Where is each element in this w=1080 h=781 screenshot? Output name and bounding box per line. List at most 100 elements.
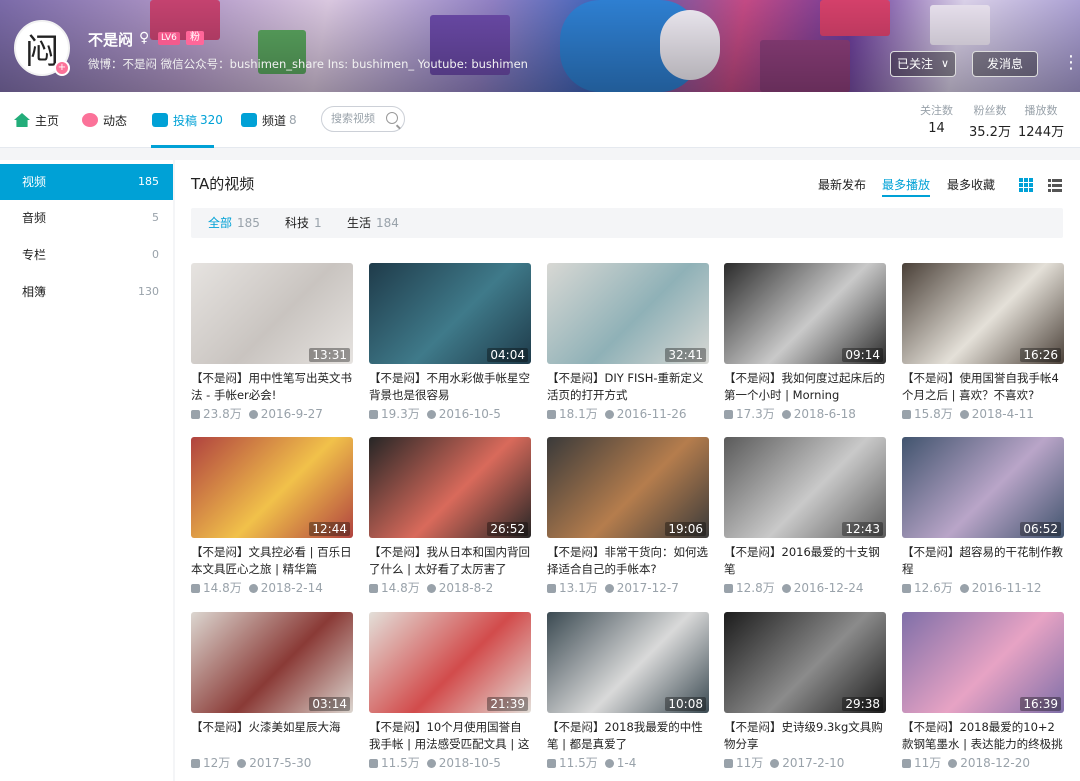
video-title[interactable]: 【不是闷】2018我最爱的中性笔 | 都是真爱了 xyxy=(547,719,709,752)
clock-icon xyxy=(426,584,436,593)
video-thumbnail[interactable]: 03:14 xyxy=(191,612,353,713)
video-title[interactable]: 【不是闷】非常干货向：如何选择适合自己的手帐本? xyxy=(547,544,709,577)
more-options-icon[interactable]: ⋮ xyxy=(1062,52,1080,76)
video-title[interactable]: 【不是闷】使用国誉自我手帐4个月之后 | 喜欢？不喜欢? xyxy=(902,370,1064,403)
video-duration: 16:26 xyxy=(1020,348,1061,362)
video-card[interactable]: 13:31 【不是闷】用中性笔写出英文书法 - 手帐er必会! 23.8万 2016-… xyxy=(191,263,353,422)
stat-followers[interactable]: 粉丝数 35.2万 xyxy=(969,102,1011,140)
stat-plays-value: 1244万 xyxy=(1018,125,1065,140)
upload-date: 2016-11-12 xyxy=(971,581,1042,595)
upload-date: 2018-6-18 xyxy=(793,407,856,421)
filter-all[interactable]: 全部 185 xyxy=(208,208,260,238)
video-thumbnail[interactable]: 09:14 xyxy=(724,263,886,364)
play-count: 11万 xyxy=(914,756,942,770)
video-card[interactable]: 09:14 【不是闷】我如何度过起床后的第一个小时 | Morning 17.3万 2… xyxy=(724,263,886,422)
sidebar-item-video[interactable]: 视频 185 xyxy=(0,164,173,200)
play-count: 12.8万 xyxy=(736,581,775,595)
video-thumbnail[interactable]: 21:39 xyxy=(369,612,531,713)
follow-button[interactable]: 已关注 ∨ xyxy=(890,51,956,77)
video-thumbnail[interactable]: 16:39 xyxy=(902,612,1064,713)
video-thumbnail[interactable]: 12:44 xyxy=(191,437,353,538)
video-meta: 17.3万 2018-6-18 xyxy=(724,405,886,422)
video-card[interactable]: 32:41 【不是闷】DIY FISH-重新定义活页的打开方式 18.1万 2016-… xyxy=(547,263,709,422)
sidebar-item-count: 0 xyxy=(152,248,159,261)
video-card[interactable]: 10:08 【不是闷】2018我最爱的中性笔 | 都是真爱了 11.5万 1-4 xyxy=(547,612,709,771)
filter-count: 185 xyxy=(237,216,260,230)
play-count-icon xyxy=(369,759,378,768)
list-view-icon[interactable] xyxy=(1048,178,1062,192)
video-card[interactable]: 03:14 【不是闷】火漆美如星辰大海 12万 2017-5-30 xyxy=(191,612,353,771)
sidebar-item-articles[interactable]: 专栏 0 xyxy=(0,237,173,273)
tab-uploads[interactable]: 投稿 320 xyxy=(152,92,223,148)
sidebar-item-label: 视频 xyxy=(22,175,47,189)
video-card[interactable]: 12:43 【不是闷】2016最爱的十支钢笔 12.8万 2016-12-24 xyxy=(724,437,886,596)
video-card[interactable]: 12:44 【不是闷】文具控必看 | 百乐日本文具匠心之旅 | 精华篇 14.8万 2… xyxy=(191,437,353,596)
filter-label: 生活 xyxy=(347,216,372,230)
video-thumbnail[interactable]: 13:31 xyxy=(191,263,353,364)
video-thumbnail[interactable]: 19:06 xyxy=(547,437,709,538)
banner-decoration xyxy=(820,0,890,36)
video-meta: 14.8万 2018-8-2 xyxy=(369,579,531,596)
video-title[interactable]: 【不是闷】2016最爱的十支钢笔 xyxy=(724,544,886,577)
video-card[interactable]: 16:26 【不是闷】使用国誉自我手帐4个月之后 | 喜欢？不喜欢? 15.8万 20… xyxy=(902,263,1064,422)
video-title[interactable]: 【不是闷】10个月使用国誉自我手帐 | 用法感受匹配文具 | 这 xyxy=(369,719,531,752)
video-card[interactable]: 21:39 【不是闷】10个月使用国誉自我手帐 | 用法感受匹配文具 | 这 11.… xyxy=(369,612,531,771)
video-title[interactable]: 【不是闷】超容易的干花制作教程 xyxy=(902,544,1064,577)
video-title[interactable]: 【不是闷】火漆美如星辰大海 xyxy=(191,719,353,752)
sidebar-item-albums[interactable]: 相簿 130 xyxy=(0,274,173,310)
video-title[interactable]: 【不是闷】用中性笔写出英文书法 - 手帐er必会! xyxy=(191,370,353,403)
video-card[interactable]: 16:39 【不是闷】2018最爱的10+2款钢笔墨水 | 表达能力的终极挑 11万… xyxy=(902,612,1064,771)
sort-latest[interactable]: 最新发布 xyxy=(818,176,866,193)
video-title[interactable]: 【不是闷】我如何度过起床后的第一个小时 | Morning xyxy=(724,370,886,403)
video-card[interactable]: 29:38 【不是闷】史诗级9.3kg文具购物分享 11万 2017-2-10 xyxy=(724,612,886,771)
video-thumbnail[interactable]: 26:52 xyxy=(369,437,531,538)
filter-label: 全部 xyxy=(208,216,233,230)
play-count-icon xyxy=(902,410,911,419)
tab-channel-count: 8 xyxy=(289,113,297,127)
video-title[interactable]: 【不是闷】2018最爱的10+2款钢笔墨水 | 表达能力的终极挑 xyxy=(902,719,1064,752)
clock-icon xyxy=(237,759,247,768)
sort-most-favorited[interactable]: 最多收藏 xyxy=(947,176,995,193)
video-thumbnail[interactable]: 04:04 xyxy=(369,263,531,364)
video-thumbnail[interactable]: 16:26 xyxy=(902,263,1064,364)
video-card[interactable]: 04:04 【不是闷】不用水彩做手帐星空背景也是很容易 19.3万 2016-10-5 xyxy=(369,263,531,422)
level-badge: LV6 xyxy=(158,32,180,45)
video-duration: 04:04 xyxy=(487,348,528,362)
video-thumbnail[interactable]: 32:41 xyxy=(547,263,709,364)
tab-channel[interactable]: 频道 8 xyxy=(241,92,297,148)
video-meta: 15.8万 2018-4-11 xyxy=(902,405,1064,422)
video-title[interactable]: 【不是闷】不用水彩做手帐星空背景也是很容易 xyxy=(369,370,531,403)
stat-following[interactable]: 关注数 14 xyxy=(920,102,953,136)
stat-following-value: 14 xyxy=(928,121,945,136)
grid-view-icon[interactable] xyxy=(1019,178,1033,192)
video-meta: 11.5万 2018-10-5 xyxy=(369,754,531,771)
video-duration: 10:08 xyxy=(665,697,706,711)
video-thumbnail[interactable]: 29:38 xyxy=(724,612,886,713)
search-input[interactable]: 搜索视频 xyxy=(321,106,405,132)
clock-icon xyxy=(781,584,791,593)
video-duration: 29:38 xyxy=(842,697,883,711)
video-thumbnail[interactable]: 12:43 xyxy=(724,437,886,538)
video-meta: 12.8万 2016-12-24 xyxy=(724,579,886,596)
filter-life[interactable]: 生活 184 xyxy=(347,208,399,238)
video-title[interactable]: 【不是闷】史诗级9.3kg文具购物分享 xyxy=(724,719,886,752)
video-thumbnail[interactable]: 06:52 xyxy=(902,437,1064,538)
video-title[interactable]: 【不是闷】文具控必看 | 百乐日本文具匠心之旅 | 精华篇 xyxy=(191,544,353,577)
play-count-icon xyxy=(191,759,200,768)
search-icon[interactable] xyxy=(386,112,398,124)
filter-tech[interactable]: 科技 1 xyxy=(285,208,322,238)
video-title[interactable]: 【不是闷】DIY FISH-重新定义活页的打开方式 xyxy=(547,370,709,403)
message-button[interactable]: 发消息 xyxy=(972,51,1038,77)
tab-home[interactable]: 主页 xyxy=(14,92,59,148)
video-card[interactable]: 06:52 【不是闷】超容易的干花制作教程 12.6万 2016-11-12 xyxy=(902,437,1064,596)
tab-home-label: 主页 xyxy=(35,113,60,128)
video-title[interactable]: 【不是闷】我从日本和国内背回了什么 | 太好看了太厉害了 xyxy=(369,544,531,577)
video-card[interactable]: 19:06 【不是闷】非常干货向：如何选择适合自己的手帐本? 13.1万 2017-1… xyxy=(547,437,709,596)
video-icon xyxy=(152,113,168,127)
play-count: 11.5万 xyxy=(559,756,598,770)
video-card[interactable]: 26:52 【不是闷】我从日本和国内背回了什么 | 太好看了太厉害了 14.8万 20… xyxy=(369,437,531,596)
sidebar-item-audio[interactable]: 音频 5 xyxy=(0,200,173,236)
tab-dynamic[interactable]: 动态 xyxy=(82,92,127,148)
video-thumbnail[interactable]: 10:08 xyxy=(547,612,709,713)
sort-most-played[interactable]: 最多播放 xyxy=(882,176,931,197)
